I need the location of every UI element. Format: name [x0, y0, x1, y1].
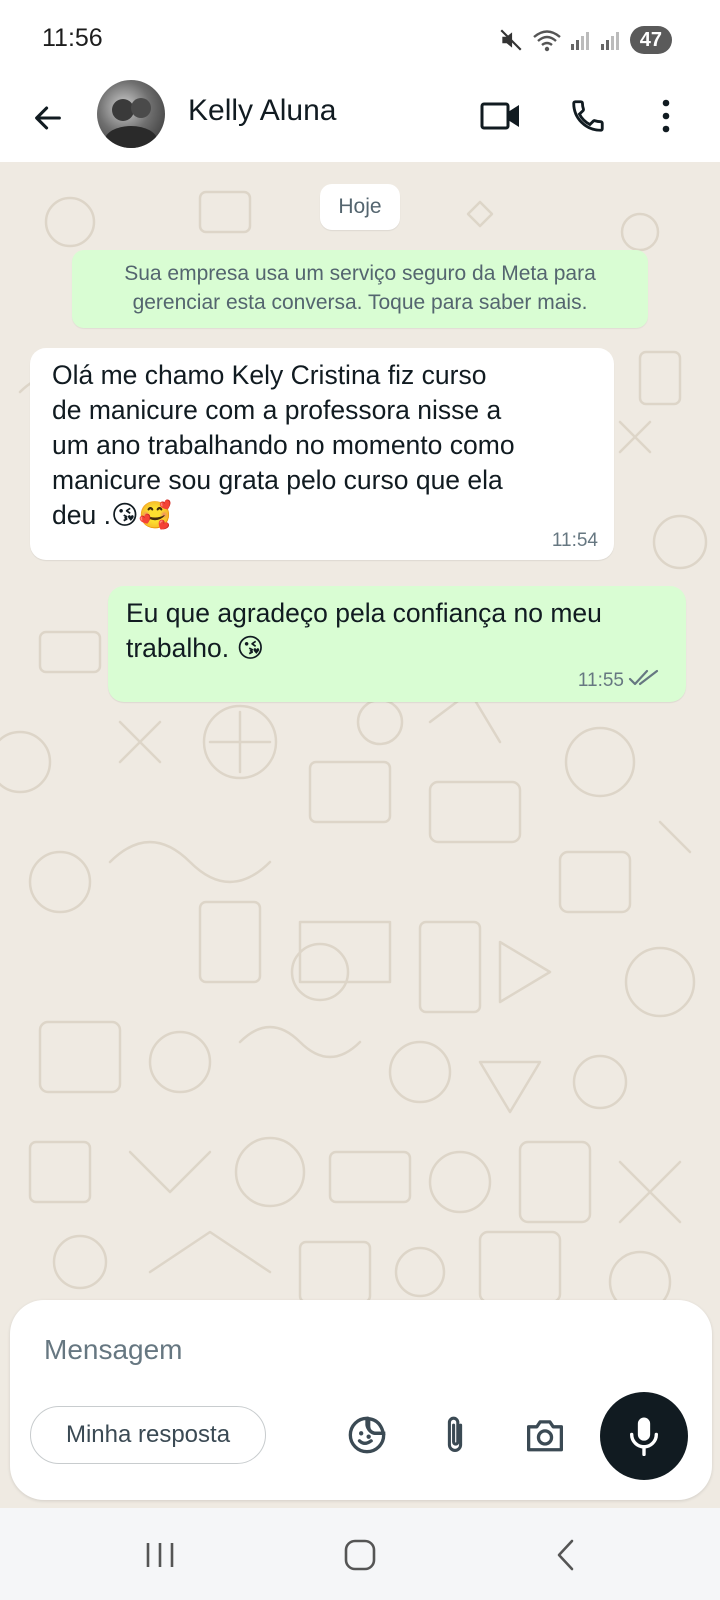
contact-name[interactable]: Kelly Aluna — [188, 94, 336, 128]
wifi-icon — [532, 30, 561, 52]
message-text: Olá me chamo Kely Cristina fiz curso de … — [52, 360, 515, 530]
signal-icon — [570, 32, 589, 50]
recent-apps-button[interactable] — [130, 1530, 190, 1580]
back-icon — [557, 1539, 574, 1571]
incoming-message[interactable]: Olá me chamo Kely Cristina fiz curso de … — [30, 348, 614, 560]
battery-indicator: 47 — [629, 26, 672, 54]
nav-back-button[interactable] — [536, 1530, 596, 1580]
home-icon — [344, 1539, 376, 1571]
status-time: 11:56 — [42, 24, 103, 52]
outgoing-message[interactable]: Eu que agradeço pela confiança no meu tr… — [108, 586, 686, 702]
signal-icon-2 — [600, 32, 619, 50]
camera-button[interactable] — [520, 1410, 570, 1460]
video-call-button[interactable] — [477, 92, 525, 140]
message-time: 11:55 — [577, 670, 624, 691]
quick-reply-button[interactable]: Minha resposta — [30, 1406, 266, 1464]
mic-icon — [630, 1417, 659, 1456]
voice-message-button[interactable] — [600, 1392, 688, 1480]
sticker-icon — [348, 1416, 386, 1454]
system-nav-bar — [0, 1508, 720, 1600]
phone-icon — [572, 100, 604, 132]
sticker-button[interactable] — [342, 1410, 392, 1460]
voice-call-button[interactable] — [564, 92, 612, 140]
message-composer: Minha resposta — [10, 1300, 712, 1500]
video-call-icon — [480, 102, 519, 130]
message-input[interactable] — [44, 1328, 564, 1372]
camera-icon — [527, 1420, 563, 1452]
status-icons: 47 — [498, 26, 672, 54]
more-options-button[interactable] — [642, 92, 690, 140]
attach-icon — [447, 1416, 463, 1452]
security-notice[interactable]: Sua empresa usa um serviço seguro da Met… — [72, 250, 648, 328]
back-arrow-icon — [35, 106, 61, 130]
avatar[interactable] — [97, 80, 165, 148]
date-chip: Hoje — [320, 184, 400, 230]
attach-button[interactable] — [430, 1410, 480, 1460]
chat-header: Kelly Aluna — [0, 80, 720, 162]
avatar-photo — [105, 98, 157, 148]
mute-icon — [500, 29, 522, 51]
recent-apps-icon — [146, 1543, 174, 1567]
read-ticks-icon — [628, 669, 659, 686]
back-button[interactable] — [26, 96, 70, 140]
message-text: Eu que agradeço pela confiança no meu tr… — [126, 598, 602, 663]
more-vert-icon — [662, 99, 670, 133]
home-button[interactable] — [330, 1530, 390, 1580]
status-bar: 11:56 47 — [0, 0, 720, 80]
message-time: 11:54 — [551, 530, 598, 551]
